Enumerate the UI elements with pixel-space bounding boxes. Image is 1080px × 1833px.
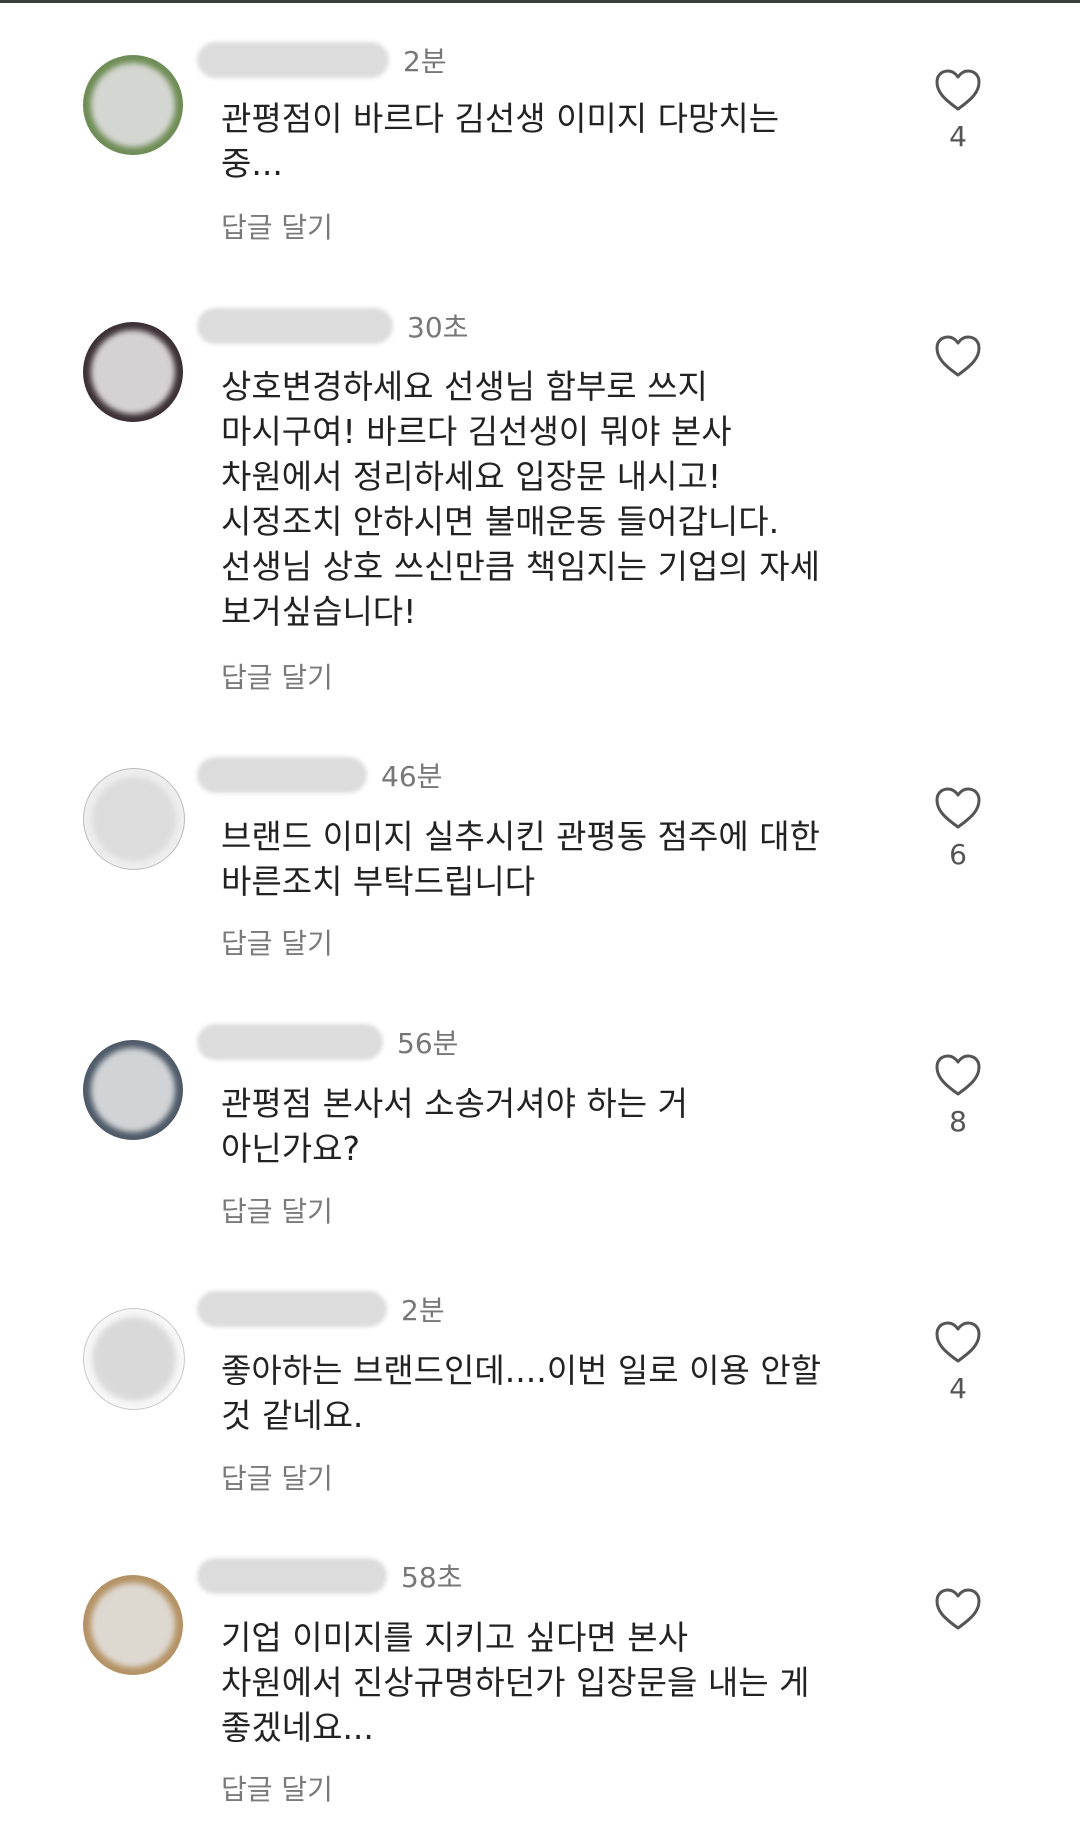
like-count: 4 (949, 1372, 967, 1405)
username-redacted[interactable] (197, 42, 389, 78)
comment-meta: 2분 (197, 1289, 445, 1329)
avatar[interactable] (83, 1575, 183, 1675)
comment-text: 좋아하는 브랜드인데....이번 일로 이용 안할 것 같네요. (221, 1351, 822, 1435)
like-control: 6 (934, 786, 982, 871)
avatar[interactable] (83, 1040, 183, 1140)
username-redacted[interactable] (197, 757, 367, 793)
heart-outline-icon[interactable] (934, 786, 982, 830)
heart-outline-icon[interactable] (934, 334, 982, 378)
heart-outline-icon[interactable] (934, 68, 982, 112)
like-control (934, 334, 982, 386)
like-control: 4 (934, 1320, 982, 1405)
comment-meta: 30초 (197, 306, 468, 346)
like-count: 8 (949, 1105, 967, 1138)
reply-button[interactable]: 답글 달기 (221, 656, 333, 696)
comment-meta: 58초 (197, 1556, 462, 1596)
comment-meta: 2분 (197, 40, 447, 80)
comment-text: 기업 이미지를 지키고 싶다면 본사 차원에서 진상규명하던가 입장문을 내는 … (221, 1618, 810, 1747)
heart-outline-icon[interactable] (934, 1587, 982, 1631)
reply-button[interactable]: 답글 달기 (221, 1768, 333, 1808)
avatar[interactable] (83, 768, 185, 870)
avatar[interactable] (83, 322, 183, 422)
like-control: 4 (934, 68, 982, 153)
timestamp: 2분 (403, 45, 447, 78)
comment-text: 브랜드 이미지 실추시킨 관평동 점주에 대한 바른조치 부탁드립니다 (221, 817, 820, 901)
top-edge-bar (0, 0, 1080, 3)
timestamp: 46분 (381, 760, 443, 793)
timestamp: 30초 (407, 311, 469, 344)
reply-button[interactable]: 답글 달기 (221, 922, 333, 962)
comment-meta: 56분 (197, 1022, 458, 1062)
comment-text: 상호변경하세요 선생님 함부로 쓰지 마시구여! 바르다 김선생이 뭐야 본사 … (221, 367, 820, 631)
reply-button[interactable]: 답글 달기 (221, 206, 333, 246)
comment-text: 관평점이 바르다 김선생 이미지 다망치는 중... (221, 99, 780, 183)
username-redacted[interactable] (197, 308, 393, 344)
like-control: 8 (934, 1053, 982, 1138)
comment-meta: 46분 (197, 755, 442, 795)
timestamp: 58초 (401, 1561, 463, 1594)
username-redacted[interactable] (197, 1291, 387, 1327)
like-control (934, 1587, 982, 1639)
avatar[interactable] (83, 55, 183, 155)
comment-text: 관평점 본사서 소송거셔야 하는 거 아닌가요? (221, 1084, 688, 1168)
timestamp: 2분 (401, 1294, 445, 1327)
heart-outline-icon[interactable] (934, 1320, 982, 1364)
like-count: 6 (949, 838, 967, 871)
reply-button[interactable]: 답글 달기 (221, 1190, 333, 1230)
reply-button[interactable]: 답글 달기 (221, 1457, 333, 1497)
timestamp: 56분 (397, 1027, 459, 1060)
username-redacted[interactable] (197, 1024, 383, 1060)
avatar[interactable] (83, 1308, 185, 1410)
heart-outline-icon[interactable] (934, 1053, 982, 1097)
like-count: 4 (949, 120, 967, 153)
username-redacted[interactable] (197, 1558, 387, 1594)
